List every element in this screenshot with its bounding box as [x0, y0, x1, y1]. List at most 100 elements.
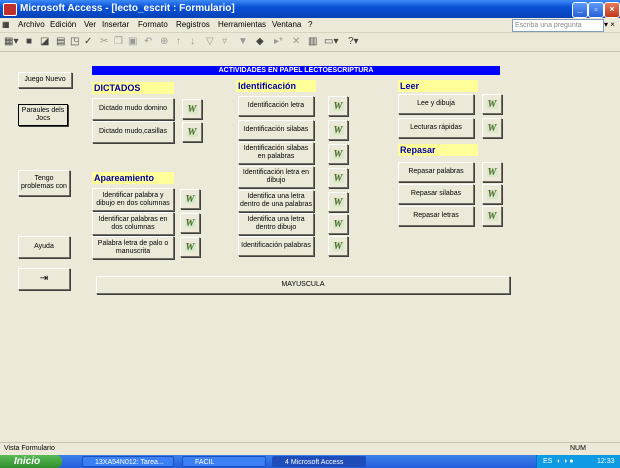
apply-filter-icon[interactable]: ▼: [238, 36, 248, 47]
taskbar-item-facil[interactable]: FACIL: [182, 456, 266, 467]
word-doc-button[interactable]: W: [482, 118, 502, 138]
clock: 12:33: [597, 458, 615, 465]
word-doc-button[interactable]: W: [328, 168, 348, 188]
hyperlink-icon[interactable]: ⊕: [160, 36, 168, 47]
word-doc-button[interactable]: W: [182, 99, 202, 119]
tray-icons[interactable]: ◐ ◑ ●: [557, 455, 574, 468]
repasar-silabas-button[interactable]: Repasar silabas: [398, 184, 474, 204]
language-indicator[interactable]: ES: [543, 455, 552, 468]
menu-edicion[interactable]: Edición: [50, 20, 76, 29]
word-doc-button[interactable]: W: [328, 120, 348, 140]
status-bar: Vista Formulario NUM: [0, 442, 620, 455]
menu-herramientas[interactable]: Herramientas: [218, 20, 266, 29]
help-search-input[interactable]: Escriba una pregunta: [512, 19, 604, 32]
restore-button[interactable]: ▫: [588, 2, 604, 18]
repasar-letras-button[interactable]: Repasar letras: [398, 206, 474, 226]
new-record-icon[interactable]: ▸*: [274, 36, 283, 47]
print-preview-icon[interactable]: ◳: [70, 36, 79, 47]
word-doc-button[interactable]: W: [328, 96, 348, 116]
search-icon[interactable]: ◪: [40, 36, 49, 47]
repasar-item-label: Repasar palabras: [408, 168, 464, 175]
menu-help[interactable]: ?: [308, 20, 312, 29]
word-doc-button[interactable]: W: [180, 237, 200, 257]
close-button[interactable]: ×: [604, 2, 620, 18]
sort-descending-icon[interactable]: ↓: [190, 36, 195, 47]
word-icon: W: [184, 241, 196, 253]
apareamiento-item-label: Palabra letra de palo o manuscrita: [97, 239, 169, 255]
copy-icon[interactable]: ❐: [114, 36, 123, 47]
identificacion-palabras-button[interactable]: Identificación palabras: [238, 236, 314, 256]
help-icon[interactable]: ?▾: [348, 36, 359, 47]
paraules-dels-jocs-button[interactable]: Paraules dels Jocs: [18, 104, 68, 126]
identificacion-silabas-palabras-button[interactable]: Identificación silabas en palabras: [238, 142, 314, 164]
taskbar-item-access[interactable]: 4 Microsoft Access: [272, 456, 366, 467]
lecturas-rapidas-button[interactable]: Lecturas rápidas: [398, 118, 474, 138]
paraules-label: Paraules dels Jocs: [21, 107, 65, 122]
word-doc-button[interactable]: W: [328, 214, 348, 234]
lee-y-dibuja-button[interactable]: Lee y dibuja: [398, 94, 474, 114]
identificacion-letra-dibujo-button[interactable]: Identificación letra en dibujo: [238, 166, 314, 188]
start-button[interactable]: Inicio: [0, 455, 62, 468]
word-icon: W: [332, 240, 344, 252]
identifica-letra-dibujo-button[interactable]: Identifica una letra dentro dibujo: [238, 213, 314, 235]
access-app-icon[interactable]: [3, 3, 17, 16]
identificacion-item-label: Identifica una letra dentro dibujo: [247, 216, 305, 231]
menu-ventana[interactable]: Ventana: [272, 20, 301, 29]
cut-icon[interactable]: ✂: [100, 36, 108, 47]
word-doc-button[interactable]: W: [328, 236, 348, 256]
find-icon[interactable]: ◆: [256, 36, 264, 47]
sort-ascending-icon[interactable]: ↑: [176, 36, 181, 47]
dictado-mudo-casillas-button[interactable]: Dictado mudo,casillas: [92, 121, 174, 143]
dictado-mudo-domino-button[interactable]: Dictado mudo domino: [92, 98, 174, 120]
word-icon: W: [332, 172, 344, 184]
mayuscula-button[interactable]: MAYUSCULA: [96, 276, 510, 294]
identificacion-silabas-button[interactable]: Identificación silabas: [238, 120, 314, 140]
repasar-item-label: Repasar letras: [413, 212, 459, 219]
print-icon[interactable]: ▤: [56, 36, 65, 47]
title-bar: Microsoft Access - [lecto_escrit : Formu…: [0, 0, 620, 18]
help-dropdown-icon[interactable]: ▾ ×: [604, 20, 615, 29]
identifica-letra-palabras-button[interactable]: Identifica una letra dentro de una palab…: [238, 190, 314, 212]
palabra-letra-palo-button[interactable]: Palabra letra de palo o manuscrita: [92, 236, 174, 259]
new-object-icon[interactable]: ▭▾: [324, 36, 338, 47]
filter-icon[interactable]: ▽: [206, 36, 214, 47]
paste-icon[interactable]: ▣: [128, 36, 137, 47]
minimize-button[interactable]: _: [572, 2, 588, 18]
word-doc-button[interactable]: W: [328, 144, 348, 164]
word-icon: W: [184, 217, 196, 229]
spelling-icon[interactable]: ✓: [84, 36, 92, 47]
identificar-palabras-button[interactable]: Identificar palabras en dos columnas: [92, 212, 174, 235]
help-button[interactable]: Ayuda: [18, 236, 70, 258]
menu-ver[interactable]: Ver: [84, 20, 96, 29]
word-doc-button[interactable]: W: [182, 122, 202, 142]
menu-registros[interactable]: Registros: [176, 20, 210, 29]
tengo-problemas-button[interactable]: Tengo problemas con: [18, 170, 70, 196]
new-game-button[interactable]: Juego Nuevo: [18, 72, 72, 88]
menu-formato[interactable]: Formato: [138, 20, 168, 29]
menu-archivo[interactable]: Archivo: [18, 20, 45, 29]
taskbar-item-tarea[interactable]: 13XA54N012: Tarea...: [82, 456, 174, 467]
repasar-heading: Repasar: [398, 144, 478, 156]
word-doc-button[interactable]: W: [482, 162, 502, 182]
exit-button[interactable]: ⇥: [18, 268, 70, 290]
form-doc-icon[interactable]: ▦: [2, 20, 10, 29]
delete-record-icon[interactable]: ✕: [292, 36, 300, 47]
apareamiento-item-label: Identificar palabra y dibujo en dos colu…: [96, 191, 170, 207]
word-doc-button[interactable]: W: [180, 213, 200, 233]
filter-form-icon[interactable]: ▿: [222, 36, 227, 47]
word-icon: W: [186, 103, 198, 115]
word-doc-button[interactable]: W: [180, 189, 200, 209]
repasar-palabras-button[interactable]: Repasar palabras: [398, 162, 474, 182]
database-window-icon[interactable]: ▥: [308, 36, 317, 47]
word-doc-button[interactable]: W: [482, 94, 502, 114]
undo-icon[interactable]: ↶: [144, 36, 152, 47]
word-doc-button[interactable]: W: [482, 206, 502, 226]
save-icon[interactable]: ■: [26, 36, 32, 47]
word-icon: W: [486, 210, 498, 222]
identificar-palabra-dibujo-button[interactable]: Identificar palabra y dibujo en dos colu…: [92, 188, 174, 211]
view-icon[interactable]: ▦▾: [4, 36, 18, 47]
word-doc-button[interactable]: W: [328, 192, 348, 212]
identificacion-letra-button[interactable]: Identificación letra: [238, 96, 314, 116]
word-doc-button[interactable]: W: [482, 184, 502, 204]
menu-insertar[interactable]: Insertar: [102, 20, 129, 29]
